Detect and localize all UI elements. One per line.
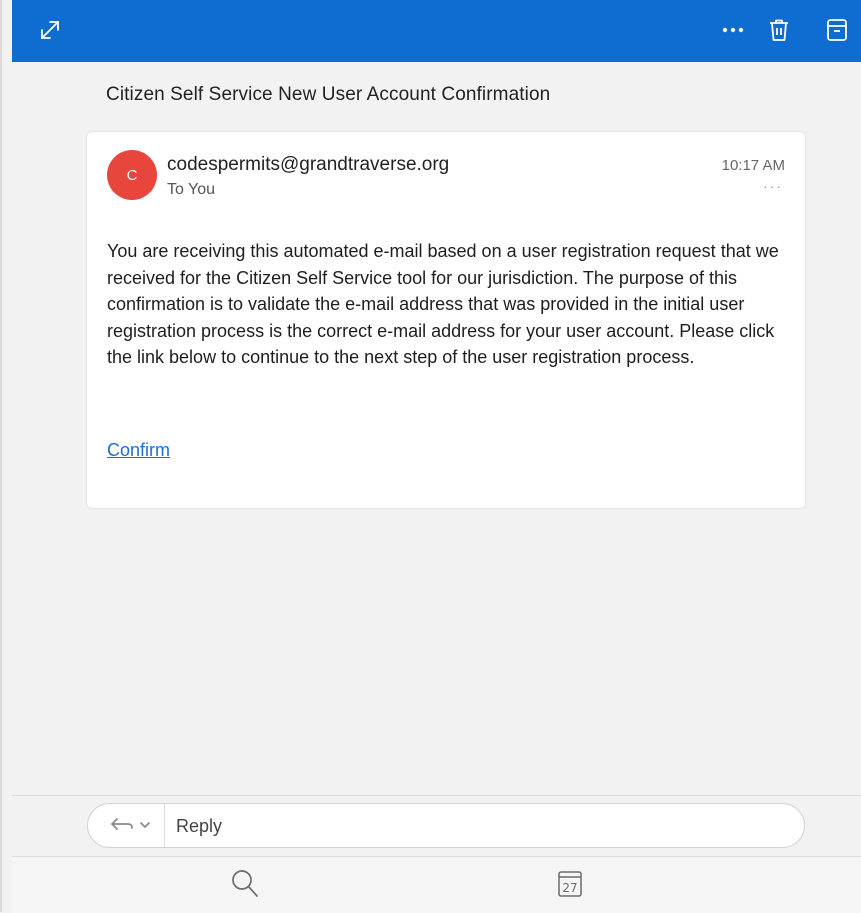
message-time: 10:17 AM bbox=[721, 157, 785, 174]
message-details-dots[interactable]: ··· bbox=[763, 178, 783, 194]
reply-input[interactable]: Reply bbox=[87, 803, 805, 848]
top-toolbar bbox=[12, 0, 861, 62]
sender-address[interactable]: codespermits@grandtraverse.org bbox=[167, 154, 449, 176]
expand-icon[interactable] bbox=[34, 14, 66, 46]
more-options-icon[interactable] bbox=[717, 14, 749, 46]
calendar-icon[interactable]: 27 bbox=[557, 869, 583, 904]
confirm-link[interactable]: Confirm bbox=[107, 440, 170, 461]
reply-divider bbox=[164, 804, 165, 847]
archive-icon[interactable] bbox=[821, 14, 853, 46]
bottom-navigation: 27 bbox=[12, 856, 861, 913]
trash-icon[interactable] bbox=[763, 14, 795, 46]
reply-placeholder[interactable]: Reply bbox=[176, 816, 222, 837]
recipient-label: To You bbox=[167, 181, 216, 198]
search-icon[interactable] bbox=[230, 868, 260, 905]
email-subject: Citizen Self Service New User Account Co… bbox=[106, 84, 551, 105]
reply-options-icon[interactable] bbox=[106, 814, 156, 841]
calendar-day: 27 bbox=[562, 881, 577, 895]
message-body: You are receiving this automated e-mail … bbox=[107, 241, 779, 367]
sender-avatar[interactable]: C bbox=[107, 150, 157, 200]
message-card: C codespermits@grandtraverse.org To You … bbox=[86, 131, 806, 509]
reply-bar: Reply bbox=[12, 795, 861, 857]
